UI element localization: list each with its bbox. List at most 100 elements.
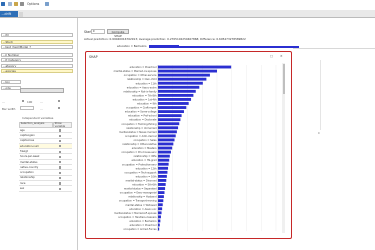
shap-popup-window: SHAP □ × education = Preschool marital-st… [85,51,292,239]
bar-width-label: Bar width [2,107,16,111]
show-variable-checkbox[interactable] [59,182,62,185]
tab-menu-icon[interactable] [19,11,23,17]
bar-category-label: education = 7th-8th [132,94,157,97]
bar-category-label: marital-status = Widowed [125,204,157,207]
field-2[interactable]: ...Studi [1,40,73,44]
field-4[interactable]: ...ll Number [1,53,73,57]
bar-category-label: occupation = Protective-serv [122,163,157,166]
show-variable-checkbox[interactable] [59,171,62,174]
table-cell-variable: race [20,181,26,185]
chart-bar [158,211,162,215]
bar-width-input[interactable] [20,106,34,110]
bar-category-label: occupation = Farming-fishing [121,123,157,126]
bar-category-label: education = 10th [136,175,157,178]
bar-category-label: marital-status = Married-AF-spouse [114,212,157,215]
chart-bar [158,150,171,154]
chart-bar [158,89,196,93]
chart-bar [158,114,182,118]
chart-bar [158,106,187,109]
field-1[interactable]: ...fm [1,33,73,37]
bar-category-label: relationship = Unmarried [126,127,157,130]
table-cell-variable: occupation [20,171,34,175]
bar-category-label: education = Preschool [130,66,157,69]
field-3[interactable]: ...test_(test)Model_f [1,45,73,49]
field-8[interactable]: ...ton [1,80,21,84]
bar-category-label: education = 1st-4th [133,98,157,101]
chart-bar [158,191,165,194]
field-5[interactable]: ...lt Category [1,58,73,62]
bar-category-label: education = Bachelors [129,220,157,223]
table-cell-variable: relationship [20,176,35,180]
chart-bar [158,134,176,138]
bar-category-label: relationship = Husband [128,196,157,199]
bar-category-label: education = Preschool [130,224,157,227]
bar-category-label: relationship = Not-in-family [123,90,157,93]
save-icon[interactable] [20,2,24,6]
field-9[interactable]: ...ode [1,86,21,90]
left-panel: ...fm ...Studi ...test_(test)Model_f ...… [0,18,78,250]
top-bar-rest [179,45,299,48]
left-action-button[interactable] [20,88,64,93]
show-variable-checkbox[interactable] [59,139,62,143]
bar-category-label: occupation = Adm-clerical [125,135,157,138]
app-logo-icon [1,2,5,6]
chart-bar [158,174,167,178]
top-bar [149,45,179,48]
field-6[interactable]: ...ategory [1,64,73,68]
show-variable-checkbox[interactable] [59,187,62,190]
chart-bar [158,227,160,231]
table-row[interactable]: sex [19,186,72,192]
option-label-2: ... [40,100,43,104]
show-variable-checkbox[interactable] [59,150,62,153]
chart-bar [158,77,207,81]
option-label-3: ... [40,107,43,111]
chart-bar [158,170,168,174]
chart-bar [158,187,166,190]
bar-category-label: relationship = Other-relative [122,143,157,146]
chart-bar [158,219,161,223]
tab-active[interactable]: ...drift [0,11,18,17]
bar-category-label: occupation = Transport-moving [119,200,157,203]
id-input[interactable]: 0 [91,29,105,34]
chart-bar [158,183,166,186]
field-7[interactable]: ...egories [1,69,73,73]
options-menu[interactable]: Options [27,2,39,7]
bar-category-label: education = 12th [136,167,157,170]
open-icon[interactable] [14,2,18,6]
bar-category-label: education = Assoc-voc [129,208,157,211]
bar-category-label: education = Some-college [125,111,157,114]
show-variable-checkbox[interactable] [59,177,62,180]
option-radio-1[interactable] [22,100,25,103]
chart-bar [158,203,163,207]
compute-shap-button[interactable]: Compute SHAP [107,29,129,38]
bar-category-label: occupation = Armed-Forces [123,228,157,231]
chart-bar [158,158,170,162]
show-variable-checkbox[interactable] [59,129,62,132]
bar-category-label: marital-status = Never-married [119,131,157,134]
info-icon[interactable] [45,2,49,6]
new-icon[interactable] [8,2,12,6]
chart-bar [158,69,217,73]
show-variable-checkbox[interactable] [59,161,62,164]
show-variable-checkbox[interactable] [59,145,62,148]
bar-category-label: education = Prof-school [128,115,157,118]
chart-bar [158,166,169,170]
table-cell-variable: education-num [20,144,39,148]
tab-bar: ...drift [0,10,375,18]
bar-category-label: relationship = Own-child [127,78,157,81]
show-variable-checkbox[interactable] [59,134,62,137]
bar-category-label: education = 11th [136,82,157,85]
chart-bar [158,73,210,77]
bar-category-label: education = Assoc-acdm [127,86,157,89]
option-radio-3[interactable] [58,107,61,110]
option-radio-2[interactable] [58,100,61,103]
chart-bar [158,130,177,134]
show-variable-checkbox[interactable] [59,166,62,169]
scrollbar-thumb[interactable] [282,64,285,94]
bar-category-label: relationship = Wife [134,155,157,158]
show-variable-checkbox[interactable] [59,155,62,159]
top-bar-label: education = Bachelors [117,45,147,48]
app-toolbar: Options [0,0,375,9]
chart-bar [158,138,175,142]
bar-category-label: occupation = Handlers-cleaners [118,216,157,219]
